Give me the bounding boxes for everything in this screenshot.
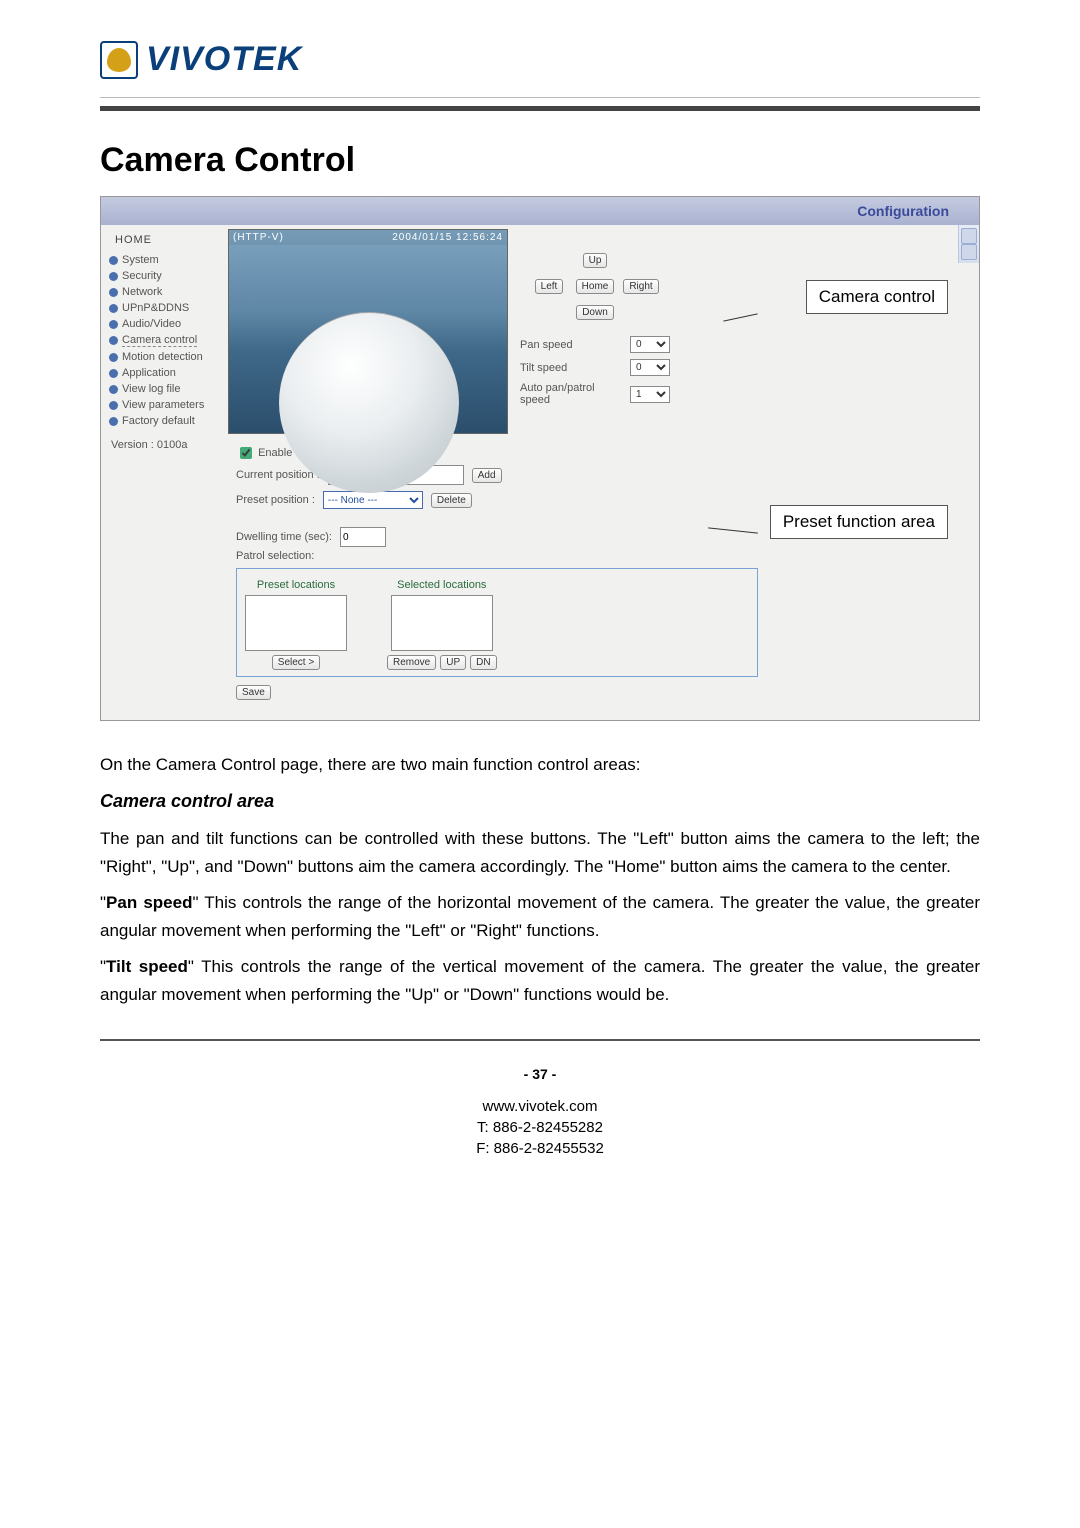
version-label: Version : 0100a [109, 429, 224, 451]
dwell-label: Dwelling time (sec): [236, 531, 332, 543]
selected-locations-list[interactable] [391, 595, 493, 651]
dwell-input[interactable] [340, 527, 386, 547]
preset-locations-list[interactable] [245, 595, 347, 651]
up-button[interactable]: Up [583, 253, 608, 268]
current-pos-label: Current position : [236, 469, 320, 481]
page-title: Camera Control [100, 141, 980, 180]
nav-audiovideo[interactable]: Audio/Video [109, 316, 224, 332]
side-nav: HOME System Security Network UPnP&DDNS A… [101, 225, 228, 461]
bullet-icon [109, 417, 118, 426]
page-number: - 37 - [100, 1066, 980, 1082]
nav-system[interactable]: System [109, 252, 224, 268]
bullet-icon [109, 401, 118, 410]
select-button[interactable]: Select > [272, 655, 320, 670]
right-button[interactable]: Right [623, 279, 658, 294]
intro-paragraph: On the Camera Control page, there are tw… [100, 751, 980, 779]
camera-dome-graphic [279, 312, 459, 493]
remove-button[interactable]: Remove [387, 655, 436, 670]
add-button[interactable]: Add [472, 468, 502, 483]
camera-control-panel: Up Left Home Right Down Pan speed 0 Tilt… [520, 229, 670, 409]
config-label: Configuration [857, 203, 949, 219]
scroll-up-icon[interactable] [961, 228, 977, 244]
nav-network[interactable]: Network [109, 284, 224, 300]
bullet-icon [109, 256, 118, 265]
body-text: On the Camera Control page, there are tw… [100, 751, 980, 1009]
header-divider-thick [100, 106, 980, 111]
nav-viewlog[interactable]: View log file [109, 381, 224, 397]
delete-button[interactable]: Delete [431, 493, 472, 508]
preset-locations-head: Preset locations [257, 579, 335, 591]
brand-header: VIVOTEK [100, 40, 980, 79]
nav-viewparams[interactable]: View parameters [109, 397, 224, 413]
down-button[interactable]: Down [576, 305, 614, 320]
preset-pos-select[interactable]: --- None --- [323, 491, 423, 509]
bullet-icon [109, 272, 118, 281]
bullet-icon [109, 336, 118, 345]
para-pan-speed: "Pan speed" This controls the range of t… [100, 889, 980, 945]
tilt-speed-label: Tilt speed [520, 362, 567, 374]
left-button[interactable]: Left [535, 279, 564, 294]
auto-speed-select[interactable]: 1 [630, 386, 670, 403]
bullet-icon [109, 320, 118, 329]
nav-factory[interactable]: Factory default [109, 413, 224, 429]
preview-protocol: (HTTP-V) [233, 232, 284, 243]
nav-application[interactable]: Application [109, 365, 224, 381]
main-panel: (HTTP-V) 2004/01/15 12:56:24 Up Left Hom… [228, 225, 758, 720]
nav-upnpddns[interactable]: UPnP&DDNS [109, 300, 224, 316]
scrollbar[interactable] [958, 225, 979, 263]
preview-timestamp: 2004/01/15 12:56:24 [392, 232, 503, 243]
move-up-button[interactable]: UP [440, 655, 466, 670]
footer-fax: F: 886-2-82455532 [100, 1138, 980, 1159]
nav-security[interactable]: Security [109, 268, 224, 284]
nav-camera-control[interactable]: Camera control [109, 332, 224, 349]
nav-home[interactable]: HOME [109, 231, 224, 252]
config-bar: Configuration [101, 197, 979, 225]
bullet-icon [109, 353, 118, 362]
footer-divider [100, 1039, 980, 1041]
footer-tel: T: 886-2-82455282 [100, 1117, 980, 1138]
embedded-screenshot: Configuration HOME System Security Netwo… [100, 196, 980, 721]
tilt-speed-select[interactable]: 0 [630, 359, 670, 376]
home-button[interactable]: Home [576, 279, 615, 294]
nav-motion[interactable]: Motion detection [109, 349, 224, 365]
selected-locations-head: Selected locations [397, 579, 486, 591]
footer-url: www.vivotek.com [100, 1096, 980, 1117]
save-button[interactable]: Save [236, 685, 271, 700]
auto-speed-label: Auto pan/patrol speed [520, 382, 610, 406]
patrol-frame: Preset locations Select > Selected locat… [236, 568, 758, 677]
bullet-icon [109, 288, 118, 297]
annotation-camera-control: Camera control [806, 280, 948, 314]
tilt-speed-term: Tilt speed [106, 957, 188, 976]
page-footer: - 37 - www.vivotek.com T: 886-2-82455282… [100, 1066, 980, 1159]
bullet-icon [109, 304, 118, 313]
patrol-label: Patrol selection: [236, 550, 758, 562]
pan-speed-term: Pan speed [106, 893, 192, 912]
pan-speed-select[interactable]: 0 [630, 336, 670, 353]
annotation-preset-function: Preset function area [770, 505, 948, 539]
header-divider-thin [100, 97, 980, 98]
camera-preview: (HTTP-V) 2004/01/15 12:56:24 [228, 229, 508, 434]
para-tilt-speed: "Tilt speed" This controls the range of … [100, 953, 980, 1009]
sub-heading-camera-control: Camera control area [100, 787, 980, 817]
bullet-icon [109, 385, 118, 394]
brand-text: VIVOTEK [146, 40, 302, 79]
move-down-button[interactable]: DN [470, 655, 496, 670]
preset-pos-label: Preset position : [236, 494, 315, 506]
scroll-down-icon[interactable] [961, 244, 977, 260]
enable-ir-checkbox[interactable] [240, 447, 252, 459]
annotation-column: Camera control Preset function area [758, 225, 958, 265]
dpad: Up Left Home Right Down [520, 249, 670, 323]
preset-panel: Enable IR control Current position : Add… [228, 434, 758, 710]
para-camera-control: The pan and tilt functions can be contro… [100, 825, 980, 881]
bullet-icon [109, 369, 118, 378]
brand-icon [100, 41, 138, 79]
pan-speed-label: Pan speed [520, 339, 573, 351]
